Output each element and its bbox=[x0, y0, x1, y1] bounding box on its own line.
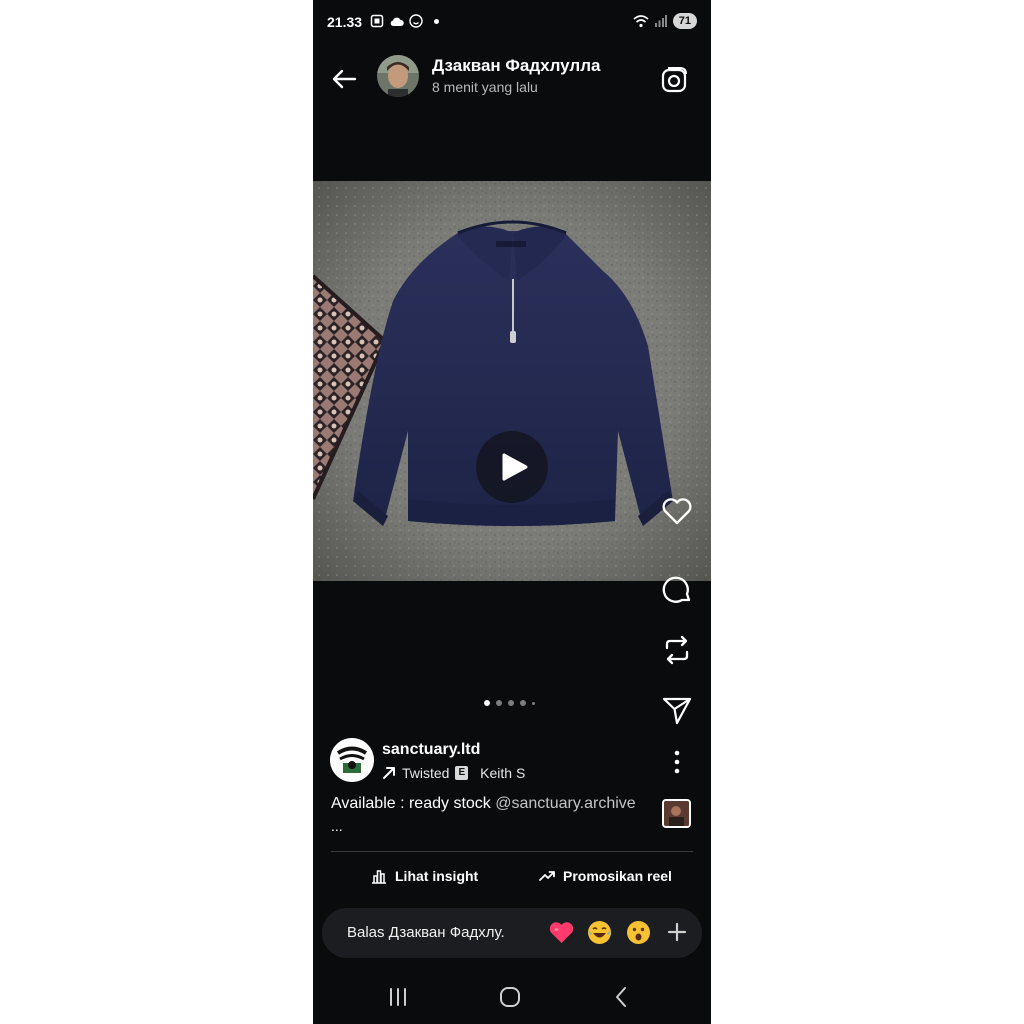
screenshot-icon bbox=[370, 14, 384, 28]
wifi-icon bbox=[633, 15, 649, 28]
surprised-emoji-icon[interactable] bbox=[625, 919, 652, 946]
signal-icon bbox=[654, 15, 667, 27]
carousel-dot bbox=[484, 700, 490, 706]
post-media-sweater[interactable] bbox=[313, 181, 711, 581]
post-caption[interactable]: Available : ready stock @sanctuary.archi… bbox=[331, 795, 636, 813]
battery-indicator: 71 bbox=[672, 13, 697, 29]
send-icon[interactable] bbox=[660, 693, 694, 727]
heart-icon[interactable] bbox=[660, 494, 694, 528]
repost-icon[interactable] bbox=[660, 633, 694, 667]
trending-up-icon bbox=[539, 871, 555, 881]
story-viewer-screen: 21.33 71 Дзакван Фадхлулла 8 menit yang … bbox=[313, 0, 711, 1024]
music-info[interactable]: Twisted E Keith S bbox=[382, 765, 525, 781]
emoji-status-icon bbox=[409, 14, 423, 28]
story-user-name[interactable]: Дзакван Фадхлулла bbox=[432, 56, 600, 76]
status-time: 21.33 bbox=[327, 14, 363, 30]
account-name[interactable]: sanctuary.ltd bbox=[382, 741, 480, 759]
story-time-ago: 8 menit yang lalu bbox=[432, 79, 538, 95]
caption-mention[interactable]: @sanctuary.archive bbox=[495, 795, 635, 812]
promote-reel-button[interactable]: Promosikan reel bbox=[539, 868, 672, 884]
audio-thumbnail[interactable] bbox=[662, 799, 691, 828]
play-button[interactable] bbox=[476, 431, 548, 503]
caption-text: Available : ready stock bbox=[331, 795, 496, 812]
status-system-icons: 71 bbox=[633, 13, 697, 29]
divider bbox=[331, 851, 693, 852]
home-icon[interactable] bbox=[495, 982, 525, 1012]
carousel-dot bbox=[532, 701, 535, 705]
reply-bar: Balas Дзакван Фадхлу. bbox=[322, 908, 702, 958]
promote-reel-label: Promosikan reel bbox=[563, 868, 672, 884]
status-bar: 21.33 71 bbox=[313, 0, 711, 44]
music-artist: Keith S bbox=[480, 765, 526, 781]
carousel-indicator bbox=[484, 700, 535, 706]
explicit-badge: E bbox=[455, 766, 469, 780]
notification-dot bbox=[434, 18, 439, 24]
back-nav-icon[interactable] bbox=[607, 982, 637, 1012]
carousel-dot bbox=[508, 700, 514, 706]
status-notification-icons bbox=[370, 14, 439, 28]
camera-icon[interactable] bbox=[659, 65, 689, 95]
cloud-icon bbox=[390, 17, 404, 26]
arrow-up-right-icon bbox=[383, 767, 395, 779]
music-title: Twisted bbox=[402, 765, 450, 781]
account-avatar[interactable] bbox=[330, 738, 374, 782]
view-insight-label: Lihat insight bbox=[395, 868, 479, 884]
caption-more[interactable]: ... bbox=[331, 818, 343, 834]
reply-input[interactable]: Balas Дзакван Фадхлу. bbox=[347, 924, 505, 941]
recent-apps-icon[interactable] bbox=[383, 982, 413, 1012]
play-icon bbox=[502, 453, 528, 481]
plus-icon[interactable] bbox=[666, 921, 688, 943]
sanctuary-logo bbox=[330, 738, 374, 782]
arrow-left-icon[interactable] bbox=[329, 64, 359, 94]
heart-emoji-icon[interactable] bbox=[548, 919, 575, 946]
user-avatar[interactable] bbox=[377, 55, 419, 97]
bar-chart-icon bbox=[372, 870, 386, 884]
carousel-dot bbox=[520, 700, 526, 706]
more-vertical-icon[interactable] bbox=[669, 748, 685, 776]
view-insight-button[interactable]: Lihat insight bbox=[371, 868, 478, 884]
carousel-dot bbox=[496, 700, 502, 706]
laughing-emoji-icon[interactable] bbox=[586, 919, 613, 946]
comment-icon[interactable] bbox=[660, 573, 694, 607]
